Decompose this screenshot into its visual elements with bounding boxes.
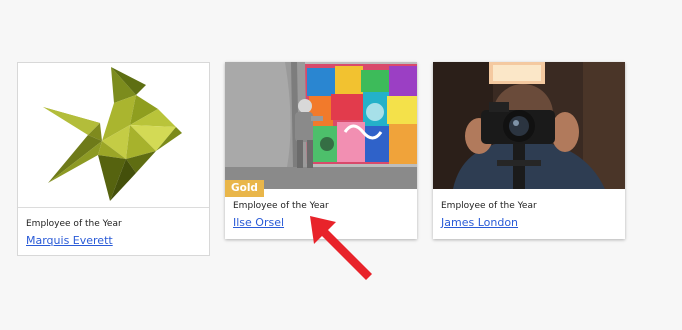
card-image[interactable] (433, 62, 625, 189)
employee-name-link[interactable]: Marquis Everett (26, 234, 113, 247)
card-subtitle: Employee of the Year (26, 219, 122, 229)
employee-name-link[interactable]: James London (441, 216, 518, 229)
employee-card-james-london[interactable]: Employee of the Year James London (433, 62, 625, 239)
geometric-fish-icon (43, 67, 182, 201)
employee-name-link[interactable]: Ilse Orsel (233, 216, 284, 229)
gold-badge: Gold (225, 180, 264, 197)
card-subtitle: Employee of the Year (441, 201, 537, 211)
red-arrow-icon (310, 216, 372, 280)
street-art-graffiti-photo (225, 62, 417, 189)
card-image[interactable] (18, 63, 209, 208)
employee-card-marquis-everett[interactable]: Employee of the Year Marquis Everett (17, 62, 210, 256)
photographer-camera-photo (433, 62, 625, 189)
card-image[interactable] (225, 62, 417, 189)
